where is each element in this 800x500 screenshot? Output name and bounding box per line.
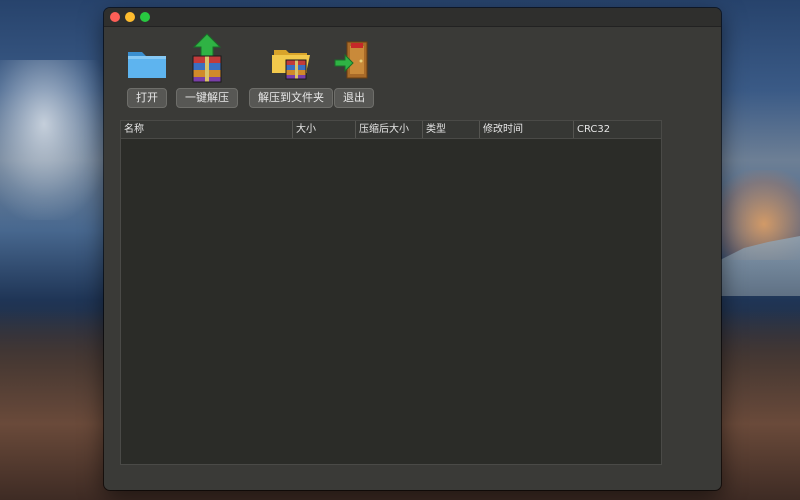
toolbar: 打开 一键解压 解压到文件夹 退出 [104, 26, 721, 110]
column-header-crc32[interactable]: CRC32 [574, 121, 661, 138]
file-list[interactable]: 名称 大小 压缩后大小 类型 修改时间 CRC32 [120, 120, 662, 465]
file-list-body[interactable] [121, 139, 661, 464]
extract-button-label: 一键解压 [176, 88, 238, 108]
column-header-size[interactable]: 大小 [293, 121, 356, 138]
exit-button-label: 退出 [334, 88, 374, 108]
extract-to-folder-button[interactable]: 解压到文件夹 [249, 38, 333, 108]
exit-button[interactable]: 退出 [331, 38, 377, 108]
file-list-header: 名称 大小 压缩后大小 类型 修改时间 CRC32 [121, 121, 661, 139]
extract-button[interactable]: 一键解压 [176, 33, 238, 108]
folder-archive-icon [268, 38, 314, 84]
archive-extract-icon [184, 32, 230, 84]
maximize-window-button[interactable] [140, 12, 150, 22]
column-header-type[interactable]: 类型 [423, 121, 480, 138]
extract-to-folder-button-label: 解压到文件夹 [249, 88, 333, 108]
column-header-modified-time[interactable]: 修改时间 [480, 121, 574, 138]
minimize-window-button[interactable] [125, 12, 135, 22]
close-window-button[interactable] [110, 12, 120, 22]
open-button[interactable]: 打开 [124, 38, 170, 108]
folder-icon [124, 38, 170, 84]
app-window: 打开 一键解压 解压到文件夹 退出 名称 大小 压缩后大小 类型 修改时间 CR… [104, 8, 721, 490]
exit-door-icon [331, 38, 377, 84]
open-button-label: 打开 [127, 88, 167, 108]
title-bar[interactable] [104, 8, 721, 27]
desktop-background [0, 60, 110, 220]
column-header-compressed-size[interactable]: 压缩后大小 [356, 121, 423, 138]
column-header-name[interactable]: 名称 [121, 121, 293, 138]
